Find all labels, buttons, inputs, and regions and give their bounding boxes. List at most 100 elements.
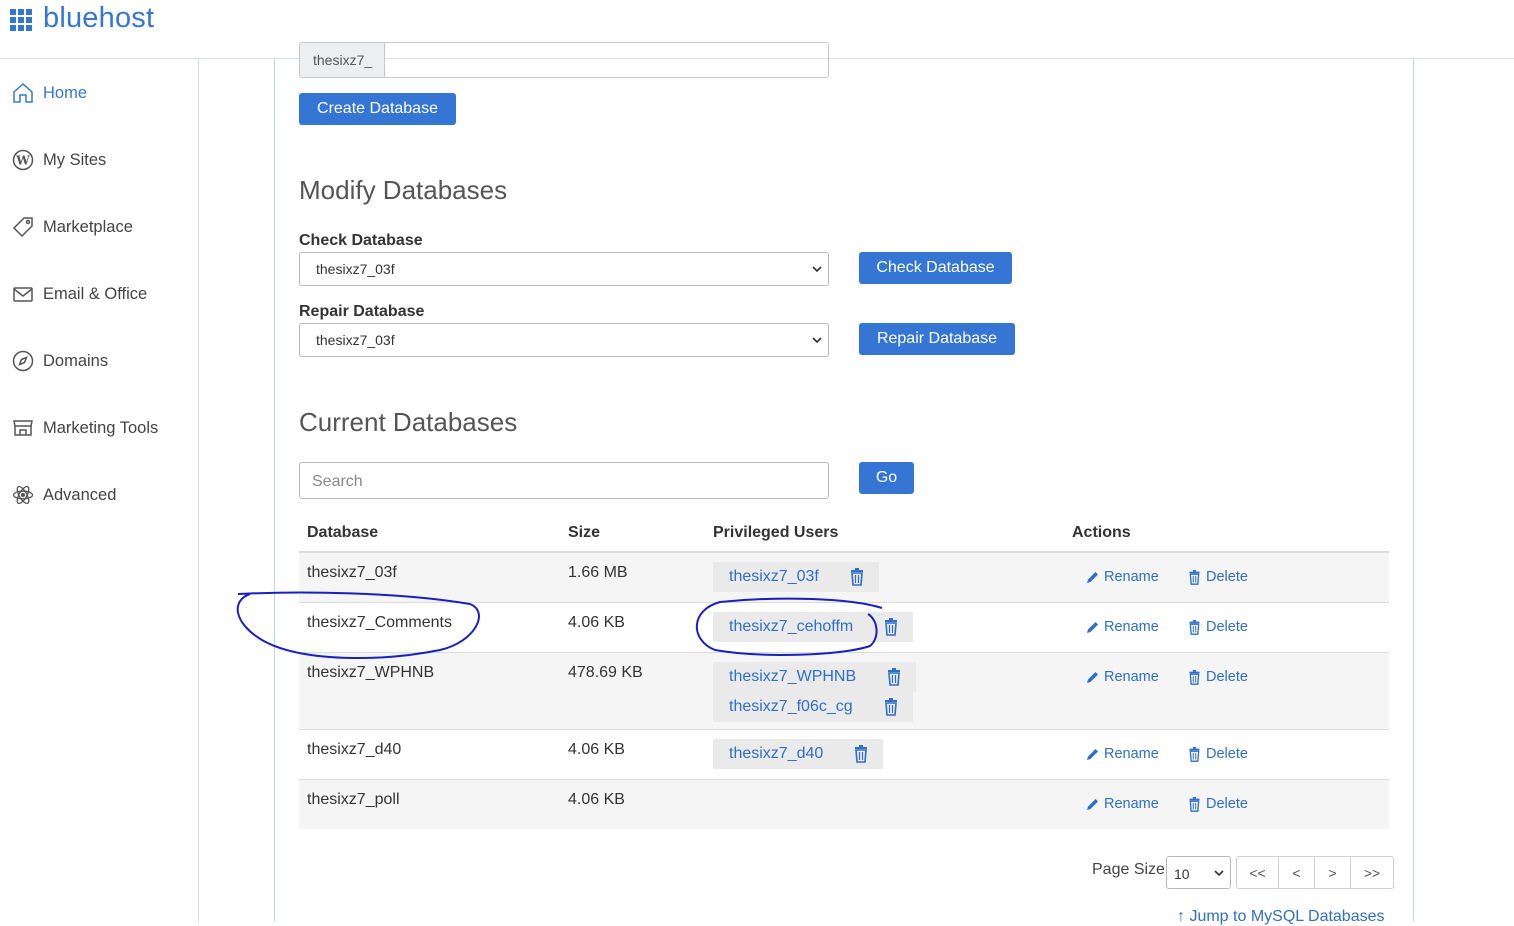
delete-action[interactable]: Delete [1187, 569, 1248, 585]
current-databases-heading: Current Databases [299, 407, 518, 437]
delete-action[interactable]: Delete [1187, 746, 1248, 762]
new-database-field[interactable]: thesixz7_ [299, 42, 829, 78]
delete-label: Delete [1206, 619, 1248, 635]
check-database-label: Check Database [299, 232, 423, 249]
database-search-input[interactable]: Search [299, 462, 829, 499]
pencil-icon [1087, 748, 1098, 760]
user-link[interactable]: thesixz7_d40 [729, 745, 823, 763]
next-page-button[interactable]: > [1315, 857, 1351, 888]
rename-action[interactable]: Rename [1085, 619, 1159, 635]
table-row: thesixz7_d40 4.06 KB thesixz7_d40 Rename… [299, 730, 1389, 780]
pencil-icon [1087, 671, 1098, 683]
rename-action[interactable]: Rename [1085, 569, 1159, 585]
page-size-label: Page Size [1092, 861, 1165, 878]
prev-page-button[interactable]: < [1279, 857, 1315, 888]
database-size: 4.06 KB [568, 791, 625, 808]
trash-icon[interactable] [883, 698, 899, 716]
database-size: 478.69 KB [568, 664, 643, 681]
pencil-icon [1087, 621, 1098, 633]
database-size: 4.06 KB [568, 614, 625, 631]
sidebar-item-label: Marketing Tools [43, 418, 159, 437]
modify-databases-heading: Modify Databases [299, 175, 508, 205]
create-database-button[interactable]: Create Database [299, 93, 456, 125]
delete-action[interactable]: Delete [1187, 796, 1248, 812]
rename-action[interactable]: Rename [1085, 746, 1159, 762]
sidebar-item-label: My Sites [43, 150, 107, 169]
delete-label: Delete [1206, 569, 1248, 585]
privileged-user: thesixz7_d40 [713, 739, 884, 769]
chevron-down-icon [812, 266, 822, 273]
sidebar-item-advanced[interactable]: Advanced [11, 482, 116, 508]
rename-label: Rename [1104, 746, 1159, 762]
rename-label: Rename [1104, 669, 1159, 685]
first-page-button[interactable]: << [1237, 857, 1279, 888]
check-database-select[interactable]: thesixz7_03f [299, 252, 829, 286]
wordpress-icon: W [11, 148, 35, 172]
user-link[interactable]: thesixz7_cehoffm [729, 618, 853, 636]
user-link[interactable]: thesixz7_03f [729, 568, 819, 586]
page-size-value: 10 [1174, 866, 1190, 882]
pagination: << < > >> [1236, 856, 1394, 889]
user-link[interactable]: thesixz7_WPHNB [729, 668, 856, 686]
atom-icon [11, 483, 35, 507]
tag-icon [11, 215, 35, 239]
bluehost-logo[interactable]: bluehost [10, 2, 154, 35]
logo-grid-icon [10, 8, 32, 31]
pencil-icon [1087, 571, 1098, 583]
jump-link-label: Jump to MySQL Databases [1189, 908, 1385, 925]
sidebar-item-my-sites[interactable]: W My Sites [11, 147, 106, 173]
rename-action[interactable]: Rename [1085, 669, 1159, 685]
user-link[interactable]: thesixz7_f06c_cg [729, 698, 853, 716]
sidebar-item-email-office[interactable]: Email & Office [11, 281, 147, 307]
envelope-icon [11, 282, 35, 306]
trash-icon[interactable] [853, 745, 869, 763]
trash-icon[interactable] [886, 668, 902, 686]
check-database-value: thesixz7_03f [316, 261, 395, 277]
logo-text: bluehost [43, 2, 155, 34]
database-name: thesixz7_d40 [307, 741, 402, 758]
trash-icon[interactable] [883, 618, 899, 636]
privileged-user: thesixz7_cehoffm [713, 612, 914, 642]
sidebar-item-marketplace[interactable]: Marketplace [11, 214, 133, 240]
trash-icon [1189, 796, 1200, 812]
column-database[interactable]: Database [307, 524, 378, 542]
database-name: thesixz7_poll [307, 791, 400, 808]
table-row: thesixz7_poll 4.06 KB Rename Delete [299, 780, 1389, 829]
delete-label: Delete [1206, 746, 1248, 762]
database-name: thesixz7_03f [307, 564, 397, 581]
last-page-button[interactable]: >> [1351, 857, 1393, 888]
sidebar-item-domains[interactable]: Domains [11, 348, 108, 374]
table-header: Database Size Privileged Users Actions [299, 513, 1389, 553]
sidebar: Home W My Sites Marketplace Email & Offi… [0, 59, 199, 922]
sidebar-item-label: Advanced [43, 485, 117, 504]
arrow-up-icon: ↑ [1177, 908, 1185, 925]
trash-icon [1189, 746, 1200, 762]
repair-database-label: Repair Database [299, 303, 425, 320]
sidebar-item-label: Marketplace [43, 217, 133, 236]
repair-database-select[interactable]: thesixz7_03f [299, 323, 829, 357]
trash-icon [1189, 669, 1200, 685]
trash-icon[interactable] [849, 568, 865, 586]
delete-label: Delete [1206, 796, 1248, 812]
delete-action[interactable]: Delete [1187, 619, 1248, 635]
check-database-button[interactable]: Check Database [859, 252, 1012, 284]
go-button[interactable]: Go [859, 462, 914, 494]
rename-action[interactable]: Rename [1085, 796, 1159, 812]
sidebar-item-home[interactable]: Home [11, 80, 87, 106]
sidebar-item-label: Domains [43, 351, 109, 370]
rename-label: Rename [1104, 796, 1159, 812]
jump-to-mysql-link[interactable]: ↑ Jump to MySQL Databases [1177, 908, 1385, 926]
databases-table: Database Size Privileged Users Actions t… [299, 513, 1389, 829]
page-size-select[interactable]: 10 [1166, 856, 1231, 889]
repair-database-button[interactable]: Repair Database [859, 323, 1015, 355]
privileged-user: thesixz7_03f [713, 562, 879, 592]
rename-label: Rename [1104, 569, 1159, 585]
column-size[interactable]: Size [568, 524, 600, 542]
sidebar-item-marketing-tools[interactable]: Marketing Tools [11, 415, 158, 441]
rename-label: Rename [1104, 619, 1159, 635]
table-row: thesixz7_Comments 4.06 KB thesixz7_cehof… [299, 603, 1389, 653]
privileged-user: thesixz7_WPHNB [713, 662, 917, 692]
sidebar-item-label: Home [43, 83, 88, 102]
trash-icon [1189, 569, 1200, 585]
delete-action[interactable]: Delete [1187, 669, 1248, 685]
